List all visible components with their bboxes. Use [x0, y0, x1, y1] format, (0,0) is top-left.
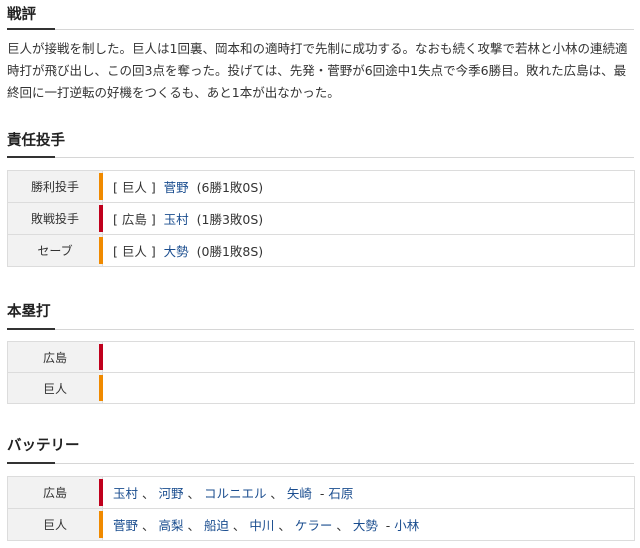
row-label-text: 巨人 — [42, 518, 67, 532]
catcher-link[interactable]: 小林 — [394, 518, 419, 533]
player-link[interactable]: 中川 — [249, 518, 274, 533]
battery-value: 菅野 、 高梨 、 船迫 、 中川 、 ケラー 、 大勢 - 小林 — [102, 508, 635, 541]
row-label: 敗戦投手 — [7, 202, 103, 235]
player-link[interactable]: 菅野 — [113, 518, 138, 533]
pitcher-record: (1勝3敗0S) — [196, 212, 264, 227]
battery-row: 巨人 菅野 、 高梨 、 船迫 、 中川 、 ケラー 、 大勢 - 小林 — [7, 508, 635, 541]
homerun-row: 巨人 — [7, 372, 635, 404]
separator: 、 — [228, 518, 250, 533]
row-label-text: 勝利投手 — [30, 180, 79, 194]
separator: 、 — [274, 518, 295, 533]
row-label-text: 巨人 — [42, 381, 67, 396]
pitcher-record: (6勝1敗0S) — [196, 180, 264, 195]
battery-row: 広島 玉村 、 河野 、 コルニエル 、 矢崎 - 石原 — [7, 476, 635, 509]
team-name: [ 広島 ] — [113, 212, 156, 227]
separator: 、 — [332, 518, 353, 533]
homerun-value — [102, 341, 635, 373]
row-label: セーブ — [7, 234, 103, 267]
row-label-text: 広島 — [42, 350, 67, 365]
review-title: 戦評 — [7, 7, 36, 23]
pitchers-title: 責任投手 — [7, 133, 65, 149]
team-color-bar — [99, 344, 103, 370]
battery-title: バッテリー — [7, 438, 80, 454]
row-label: 広島 — [7, 476, 103, 509]
team-name: [ 巨人 ] — [113, 180, 156, 195]
row-label: 巨人 — [7, 508, 103, 541]
homerun-row: 広島 — [7, 341, 635, 373]
row-label-text: 広島 — [42, 486, 67, 500]
separator: - — [377, 518, 395, 533]
player-link[interactable]: 高梨 — [158, 518, 183, 533]
pitchers-table: 勝利投手 [ 巨人 ] 菅野 (6勝1敗0S) 敗戦投手 [ 広島 ] 玉村 (1勝3… — [7, 170, 635, 267]
pitcher-link[interactable]: 大勢 — [164, 244, 189, 259]
pitcher-row: 勝利投手 [ 巨人 ] 菅野 (6勝1敗0S) — [7, 170, 635, 203]
review-text: 巨人が接戦を制した。巨人は1回裏、岡本和の適時打で先制に成功する。なおも続く攻撃… — [7, 41, 628, 100]
pitcher-link[interactable]: 菅野 — [164, 180, 189, 195]
homerun-value — [102, 372, 635, 404]
row-label: 勝利投手 — [7, 170, 103, 203]
row-label-text: セーブ — [37, 244, 73, 258]
player-link[interactable]: 大勢 — [353, 518, 378, 533]
player-link[interactable]: 玉村 — [113, 486, 138, 501]
row-label-text: 敗戦投手 — [30, 212, 79, 226]
team-color-bar — [99, 511, 103, 538]
team-color-bar — [99, 237, 103, 264]
row-label: 広島 — [7, 341, 103, 373]
pitcher-value: [ 広島 ] 玉村 (1勝3敗0S) — [102, 202, 635, 235]
homeruns-table: 広島 巨人 — [7, 341, 635, 404]
team-color-bar — [99, 205, 103, 232]
player-link[interactable]: 河野 — [158, 486, 183, 501]
player-link[interactable]: 船迫 — [204, 518, 229, 533]
homeruns-divider — [7, 328, 634, 330]
player-link[interactable]: ケラー — [295, 518, 333, 533]
team-color-bar — [99, 479, 103, 506]
player-link[interactable]: 矢崎 — [287, 486, 312, 501]
pitcher-value: [ 巨人 ] 菅野 (6勝1敗0S) — [102, 170, 635, 203]
pitcher-row: 敗戦投手 [ 広島 ] 玉村 (1勝3敗0S) — [7, 202, 635, 235]
player-link[interactable]: コルニエル — [204, 486, 267, 501]
separator: 、 — [138, 518, 159, 533]
pitcher-value: [ 巨人 ] 大勢 (0勝1敗8S) — [102, 234, 635, 267]
battery-divider — [7, 462, 634, 464]
pitchers-divider — [7, 156, 634, 158]
separator: - — [311, 486, 329, 501]
battery-value: 玉村 、 河野 、 コルニエル 、 矢崎 - 石原 — [102, 476, 635, 509]
separator: 、 — [138, 486, 159, 501]
separator: 、 — [183, 486, 204, 501]
separator: 、 — [183, 518, 204, 533]
pitcher-record: (0勝1敗8S) — [196, 244, 264, 259]
battery-table: 広島 玉村 、 河野 、 コルニエル 、 矢崎 - 石原巨人 菅野 、 高梨 、 船… — [7, 476, 635, 541]
team-color-bar — [99, 173, 103, 200]
pitcher-link[interactable]: 玉村 — [164, 212, 189, 227]
review-divider — [7, 28, 634, 30]
homeruns-title: 本塁打 — [7, 304, 51, 320]
team-name: [ 巨人 ] — [113, 244, 156, 259]
catcher-link[interactable]: 石原 — [328, 486, 353, 501]
pitcher-row: セーブ [ 巨人 ] 大勢 (0勝1敗8S) — [7, 234, 635, 267]
row-label: 巨人 — [7, 372, 103, 404]
team-color-bar — [99, 375, 103, 401]
separator: 、 — [266, 486, 287, 501]
